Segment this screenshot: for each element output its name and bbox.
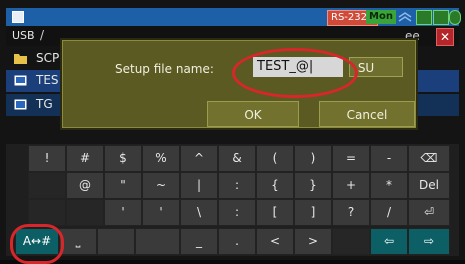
key[interactable] bbox=[97, 228, 135, 255]
key[interactable]: / bbox=[370, 199, 408, 226]
key[interactable]: ? bbox=[332, 199, 370, 226]
key[interactable]: ' bbox=[104, 199, 142, 226]
key[interactable]: . bbox=[218, 228, 256, 255]
key[interactable]: * bbox=[370, 172, 408, 199]
monitor-icon bbox=[14, 75, 27, 86]
key[interactable]: @ bbox=[66, 172, 104, 199]
key[interactable]: ^ bbox=[180, 145, 218, 172]
key[interactable]: : bbox=[218, 199, 256, 226]
key[interactable]: ) bbox=[294, 145, 332, 172]
mon-badge: Mon bbox=[366, 10, 396, 24]
key[interactable]: $ bbox=[104, 145, 142, 172]
cancel-button[interactable]: Cancel bbox=[319, 101, 415, 127]
dialog-label: Setup file name: bbox=[115, 62, 214, 76]
key[interactable]: < bbox=[256, 228, 294, 255]
key[interactable]: ] bbox=[294, 199, 332, 226]
highlight-circle bbox=[10, 224, 64, 264]
signal-icon bbox=[398, 12, 412, 22]
key[interactable]: # bbox=[66, 145, 104, 172]
key[interactable] bbox=[66, 199, 104, 226]
key[interactable]: % bbox=[142, 145, 180, 172]
cursor-right-key[interactable]: ⇨ bbox=[408, 228, 450, 255]
path-separator: / bbox=[40, 28, 45, 42]
key[interactable]: - bbox=[370, 145, 408, 172]
key[interactable]: + bbox=[332, 172, 370, 199]
device-screen: RS-232C Mon USB / ee ✕ SCP TES TG Setup … bbox=[0, 0, 465, 264]
lan-icon bbox=[416, 10, 432, 25]
screen-icon bbox=[14, 99, 27, 110]
backspace-key[interactable]: ⌫ bbox=[408, 145, 450, 172]
key[interactable]: ! bbox=[28, 145, 66, 172]
key[interactable]: " bbox=[104, 172, 142, 199]
ok-button[interactable]: OK bbox=[207, 101, 299, 127]
folder-icon bbox=[14, 54, 27, 64]
key[interactable]: } bbox=[294, 172, 332, 199]
list-item-label: SCP bbox=[36, 51, 60, 65]
key[interactable]: [ bbox=[256, 199, 294, 226]
key[interactable]: | bbox=[180, 172, 218, 199]
cursor-left-key[interactable]: ⇦ bbox=[370, 228, 408, 255]
delete-key[interactable]: Del bbox=[408, 172, 450, 199]
key[interactable] bbox=[28, 199, 66, 226]
key[interactable]: ' bbox=[142, 199, 180, 226]
key[interactable]: ( bbox=[256, 145, 294, 172]
list-item-label: TES bbox=[36, 73, 59, 87]
key[interactable]: { bbox=[256, 172, 294, 199]
key[interactable]: = bbox=[332, 145, 370, 172]
battery-icon bbox=[449, 10, 461, 25]
key[interactable]: ~ bbox=[142, 172, 180, 199]
highlight-circle bbox=[232, 48, 358, 98]
window-square-icon bbox=[12, 11, 24, 23]
key[interactable]: _ bbox=[180, 228, 218, 255]
key[interactable] bbox=[332, 228, 370, 255]
space-key[interactable]: ⎵ bbox=[59, 228, 97, 255]
key[interactable]: > bbox=[294, 228, 332, 255]
drive-label[interactable]: USB bbox=[12, 29, 35, 42]
on-screen-keyboard: ! # $ % ^ & ( ) = - ⌫ @ " ~ | : { } + * … bbox=[6, 144, 459, 256]
close-button[interactable]: ✕ bbox=[436, 28, 454, 46]
status-bar: RS-232C Mon bbox=[6, 8, 461, 26]
card-icon bbox=[433, 10, 449, 25]
key[interactable]: : bbox=[218, 172, 256, 199]
key[interactable] bbox=[28, 172, 66, 199]
key[interactable]: \ bbox=[180, 199, 218, 226]
list-item-label: TG bbox=[36, 97, 53, 111]
key[interactable] bbox=[135, 228, 180, 255]
key[interactable]: & bbox=[218, 145, 256, 172]
enter-key[interactable]: ⏎ bbox=[408, 199, 450, 226]
